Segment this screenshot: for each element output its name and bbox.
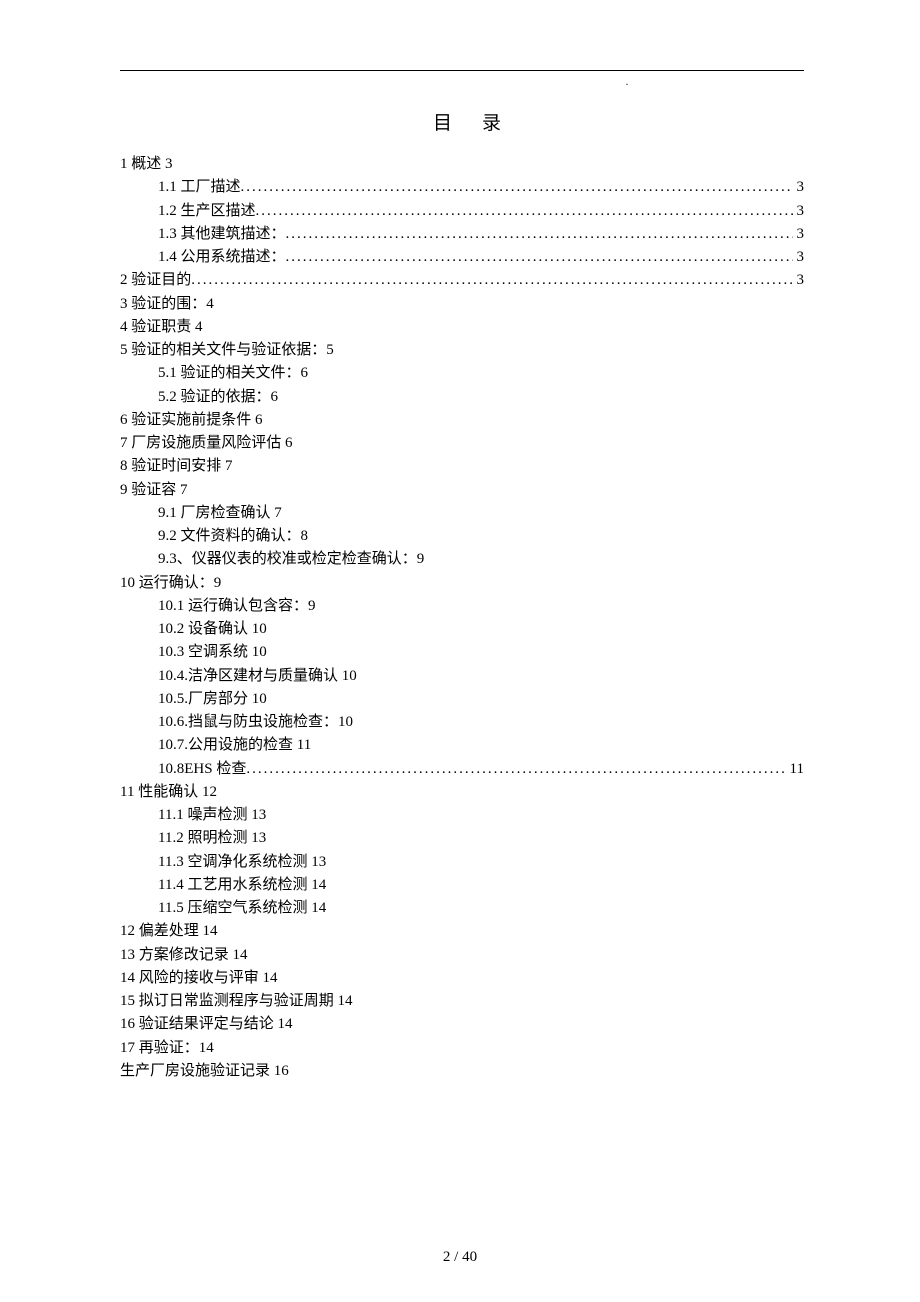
toc-entry-label: 13 方案修改记录 14 bbox=[120, 944, 248, 967]
toc-entry: 生产厂房设施验证记录 16 bbox=[120, 1060, 804, 1083]
toc-entry-label: 11.4 工艺用水系统检测 14 bbox=[158, 874, 326, 897]
toc-entry-label: 5.2 验证的依据：6 bbox=[158, 386, 278, 409]
toc-entry-label: 11.3 空调净化系统检测 13 bbox=[158, 851, 326, 874]
page-footer: 2 / 40 bbox=[0, 1249, 920, 1266]
toc-leader-dots bbox=[286, 246, 793, 269]
toc-entry: 12 偏差处理 14 bbox=[120, 920, 804, 943]
toc-entry: 10 运行确认：9 bbox=[120, 572, 804, 595]
toc-entry: 1.2 生产区描述 3 bbox=[120, 200, 804, 223]
toc-entry: 14 风险的接收与评审 14 bbox=[120, 967, 804, 990]
toc-entry: 1.4 公用系统描述： 3 bbox=[120, 246, 804, 269]
document-page: . 目录 1 概述 31.1 工厂描述31.2 生产区描述31.3 其他建筑描述… bbox=[0, 0, 920, 1302]
toc-entry: 10.7.公用设施的检查 11 bbox=[120, 734, 804, 757]
toc-entry: 11.1 噪声检测 13 bbox=[120, 804, 804, 827]
toc-leader-dots bbox=[246, 758, 785, 781]
toc-entry: 15 拟订日常监测程序与验证周期 14 bbox=[120, 990, 804, 1013]
toc-entry: 1 概述 3 bbox=[120, 153, 804, 176]
toc-entry: 10.3 空调系统 10 bbox=[120, 641, 804, 664]
toc-leader-dots bbox=[191, 269, 792, 292]
toc-entry-label: 12 偏差处理 14 bbox=[120, 920, 218, 943]
toc-entry-label: 10.5.厂房部分 10 bbox=[158, 688, 267, 711]
toc-entry-label: 11.5 压缩空气系统检测 14 bbox=[158, 897, 326, 920]
toc-entry: 5.2 验证的依据：6 bbox=[120, 386, 804, 409]
toc-entry: 17 再验证：14 bbox=[120, 1037, 804, 1060]
toc-leader-dots bbox=[241, 176, 793, 199]
toc-entry-label: 1.1 工厂描述 bbox=[158, 176, 241, 199]
toc-entry-label: 9.3、仪器仪表的校准或检定检查确认：9 bbox=[158, 548, 424, 571]
toc-entry: 2 验证目的 3 bbox=[120, 269, 804, 292]
toc-entry: 11.3 空调净化系统检测 13 bbox=[120, 851, 804, 874]
toc-entry-label: 5.1 验证的相关文件：6 bbox=[158, 362, 308, 385]
toc-leader-dots bbox=[286, 223, 793, 246]
toc-entry-label: 11.2 照明检测 13 bbox=[158, 827, 266, 850]
toc-entry-label: 3 验证的围：4 bbox=[120, 293, 214, 316]
toc-entry-label: 2 验证目的 bbox=[120, 269, 191, 292]
toc-entry-label: 11 性能确认 12 bbox=[120, 781, 217, 804]
toc-entry-label: 7 厂房设施质量风险评估 6 bbox=[120, 432, 293, 455]
toc-entry-label: 10 运行确认：9 bbox=[120, 572, 221, 595]
toc-entry-label: 1.4 公用系统描述： bbox=[158, 246, 286, 269]
toc-entry-label: 10.4.洁净区建材与质量确认 10 bbox=[158, 665, 357, 688]
toc-entry: 9 验证容 7 bbox=[120, 479, 804, 502]
table-of-contents: 1 概述 31.1 工厂描述31.2 生产区描述31.3 其他建筑描述：31.4… bbox=[120, 153, 804, 1083]
toc-entry: 16 验证结果评定与结论 14 bbox=[120, 1013, 804, 1036]
toc-entry-label: 9.2 文件资料的确认：8 bbox=[158, 525, 308, 548]
toc-entry: 5.1 验证的相关文件：6 bbox=[120, 362, 804, 385]
toc-entry-label: 10.3 空调系统 10 bbox=[158, 641, 267, 664]
toc-entry: 10.2 设备确认 10 bbox=[120, 618, 804, 641]
toc-entry-page: 3 bbox=[793, 246, 805, 269]
toc-entry-label: 10.7.公用设施的检查 11 bbox=[158, 734, 311, 757]
toc-entry-label: 1.3 其他建筑描述： bbox=[158, 223, 286, 246]
toc-entry: 13 方案修改记录 14 bbox=[120, 944, 804, 967]
toc-entry-label: 5 验证的相关文件与验证依据：5 bbox=[120, 339, 334, 362]
toc-entry-label: 1 概述 3 bbox=[120, 153, 173, 176]
toc-entry: 11 性能确认 12 bbox=[120, 781, 804, 804]
toc-entry: 9.1 厂房检查确认 7 bbox=[120, 502, 804, 525]
header-mark: . bbox=[120, 77, 804, 88]
toc-entry: 5 验证的相关文件与验证依据：5 bbox=[120, 339, 804, 362]
toc-entry: 10.1 运行确认包含容：9 bbox=[120, 595, 804, 618]
toc-entry-label: 1.2 生产区描述 bbox=[158, 200, 256, 223]
toc-entry: 10.4.洁净区建材与质量确认 10 bbox=[120, 665, 804, 688]
header-rule bbox=[120, 70, 804, 71]
toc-entry-label: 9.1 厂房检查确认 7 bbox=[158, 502, 282, 525]
toc-entry: 3 验证的围：4 bbox=[120, 293, 804, 316]
toc-entry: 11.2 照明检测 13 bbox=[120, 827, 804, 850]
toc-entry-label: 10.2 设备确认 10 bbox=[158, 618, 267, 641]
toc-entry-label: 生产厂房设施验证记录 16 bbox=[120, 1060, 289, 1083]
toc-entry-label: 10.8EHS 检查 bbox=[158, 758, 246, 781]
toc-entry: 8 验证时间安排 7 bbox=[120, 455, 804, 478]
toc-entry: 10.6.挡鼠与防虫设施检查：10 bbox=[120, 711, 804, 734]
toc-entry-label: 11.1 噪声检测 13 bbox=[158, 804, 266, 827]
toc-entry-label: 10.6.挡鼠与防虫设施检查：10 bbox=[158, 711, 353, 734]
toc-entry-label: 17 再验证：14 bbox=[120, 1037, 214, 1060]
toc-entry: 9.3、仪器仪表的校准或检定检查确认：9 bbox=[120, 548, 804, 571]
toc-entry: 6 验证实施前提条件 6 bbox=[120, 409, 804, 432]
toc-entry-page: 11 bbox=[786, 758, 804, 781]
toc-entry-label: 10.1 运行确认包含容：9 bbox=[158, 595, 316, 618]
toc-entry: 4 验证职责 4 bbox=[120, 316, 804, 339]
toc-entry: 1.1 工厂描述 3 bbox=[120, 176, 804, 199]
toc-entry-label: 16 验证结果评定与结论 14 bbox=[120, 1013, 293, 1036]
toc-entry: 10.8EHS 检查 11 bbox=[120, 758, 804, 781]
toc-entry-page: 3 bbox=[793, 269, 805, 292]
toc-entry-label: 14 风险的接收与评审 14 bbox=[120, 967, 278, 990]
toc-entry: 10.5.厂房部分 10 bbox=[120, 688, 804, 711]
toc-entry-label: 9 验证容 7 bbox=[120, 479, 188, 502]
toc-leader-dots bbox=[256, 200, 793, 223]
toc-entry-page: 3 bbox=[793, 176, 805, 199]
toc-entry: 7 厂房设施质量风险评估 6 bbox=[120, 432, 804, 455]
toc-entry-page: 3 bbox=[793, 200, 805, 223]
toc-entry-label: 15 拟订日常监测程序与验证周期 14 bbox=[120, 990, 353, 1013]
toc-title: 目录 bbox=[120, 108, 804, 135]
toc-entry-label: 6 验证实施前提条件 6 bbox=[120, 409, 263, 432]
toc-entry: 11.4 工艺用水系统检测 14 bbox=[120, 874, 804, 897]
toc-entry: 11.5 压缩空气系统检测 14 bbox=[120, 897, 804, 920]
toc-entry-label: 8 验证时间安排 7 bbox=[120, 455, 233, 478]
toc-entry-page: 3 bbox=[793, 223, 805, 246]
toc-entry-label: 4 验证职责 4 bbox=[120, 316, 203, 339]
toc-entry: 1.3 其他建筑描述： 3 bbox=[120, 223, 804, 246]
toc-entry: 9.2 文件资料的确认：8 bbox=[120, 525, 804, 548]
